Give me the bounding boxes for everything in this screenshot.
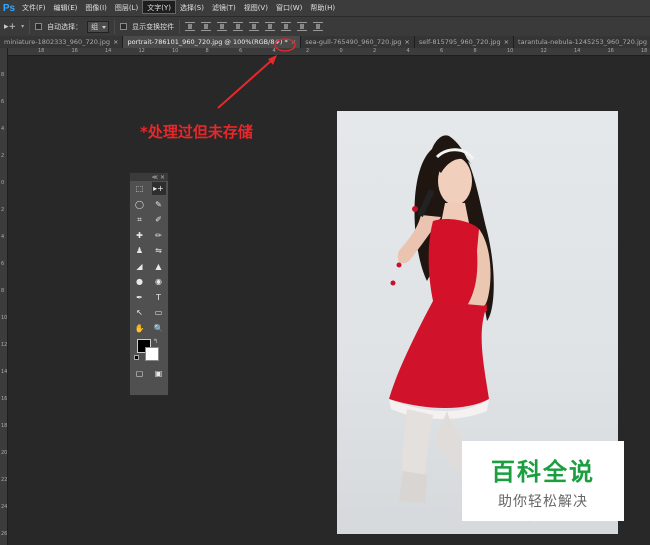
tool-row: ● ◉ [130,274,168,290]
tool-icon[interactable]: 🔍 [152,322,166,335]
tool-icon[interactable]: ♟ [133,244,147,257]
default-colors-icon[interactable] [134,355,139,360]
tool-icon[interactable]: ▣ [152,367,166,380]
watermark-subtitle: 助你轻松解决 [498,493,588,510]
tool-icon[interactable]: ✏ [152,229,166,242]
tool-row: ◯ ✎ [130,197,168,213]
tool-icon[interactable]: ⬚ [133,182,147,195]
tool-row: ⬚ ▸+ [130,181,168,197]
tool-icon[interactable]: ✚ [133,229,147,242]
annotation-text: *处理过但未存储 [140,123,253,141]
tool-row: ♟ ⇋ [130,243,168,259]
tool-row: ⌗ ✐ [130,212,168,228]
tool-row: ✚ ✏ [130,228,168,244]
tool-icon[interactable]: ▸+ [151,182,166,196]
tool-row: ✋ 🔍 [130,321,168,337]
photoshop-window: Ps 文件(F) 编辑(E) 图像(I) 图层(L) 文字(Y) 选择(S) 滤镜(T) 视图… [0,0,650,545]
tool-row: ▢ ▣ [130,366,168,382]
color-swatches: ↰ [130,336,168,366]
tool-icon[interactable]: ▲ [152,260,166,273]
tool-icon[interactable]: ⌗ [133,213,147,226]
tool-row: ↖ ▭ [130,305,168,321]
collapse-icon[interactable]: ≪ × [152,174,165,181]
tool-icon[interactable]: T [152,291,166,304]
tool-icon[interactable]: ✋ [133,322,147,335]
tool-icon[interactable]: ⇋ [152,244,166,257]
tool-row: ◢ ▲ [130,259,168,275]
swap-colors-icon[interactable]: ↰ [153,338,158,345]
background-color-swatch[interactable] [145,347,159,361]
tool-icon[interactable]: ◯ [133,198,147,211]
tool-rows: ⬚ ▸+ ◯ ✎ ⌗ ✐ ✚ ✏ ♟ ⇋ ◢ ▲ ● ◉ ✒ T ↖ ▭ ✋ 🔍 [130,181,168,336]
tool-icon[interactable]: ▭ [152,306,166,319]
watermark: 百科全说 助你轻松解决 [462,441,624,521]
tool-icon[interactable]: ● [133,275,147,288]
watermark-title: 百科全说 [491,457,595,486]
tool-bottom-rows: ▢ ▣ [130,366,168,382]
tools-panel-header[interactable]: ≪ × [130,173,168,181]
tool-icon[interactable]: ✒ [133,291,147,304]
tool-icon[interactable]: ✎ [152,198,166,211]
tool-icon[interactable]: ✐ [152,213,166,226]
tools-panel: ≪ × ⬚ ▸+ ◯ ✎ ⌗ ✐ ✚ ✏ ♟ ⇋ ◢ ▲ ● ◉ ✒ T ↖ ▭ ✋ 🔍 ↰ ▢ ▣ [129,172,169,396]
tool-icon[interactable]: ▢ [133,367,147,380]
tool-icon[interactable]: ◉ [152,275,166,288]
tool-icon[interactable]: ↖ [133,306,147,319]
tool-icon[interactable]: ◢ [133,260,147,273]
tool-row: ✒ T [130,290,168,306]
